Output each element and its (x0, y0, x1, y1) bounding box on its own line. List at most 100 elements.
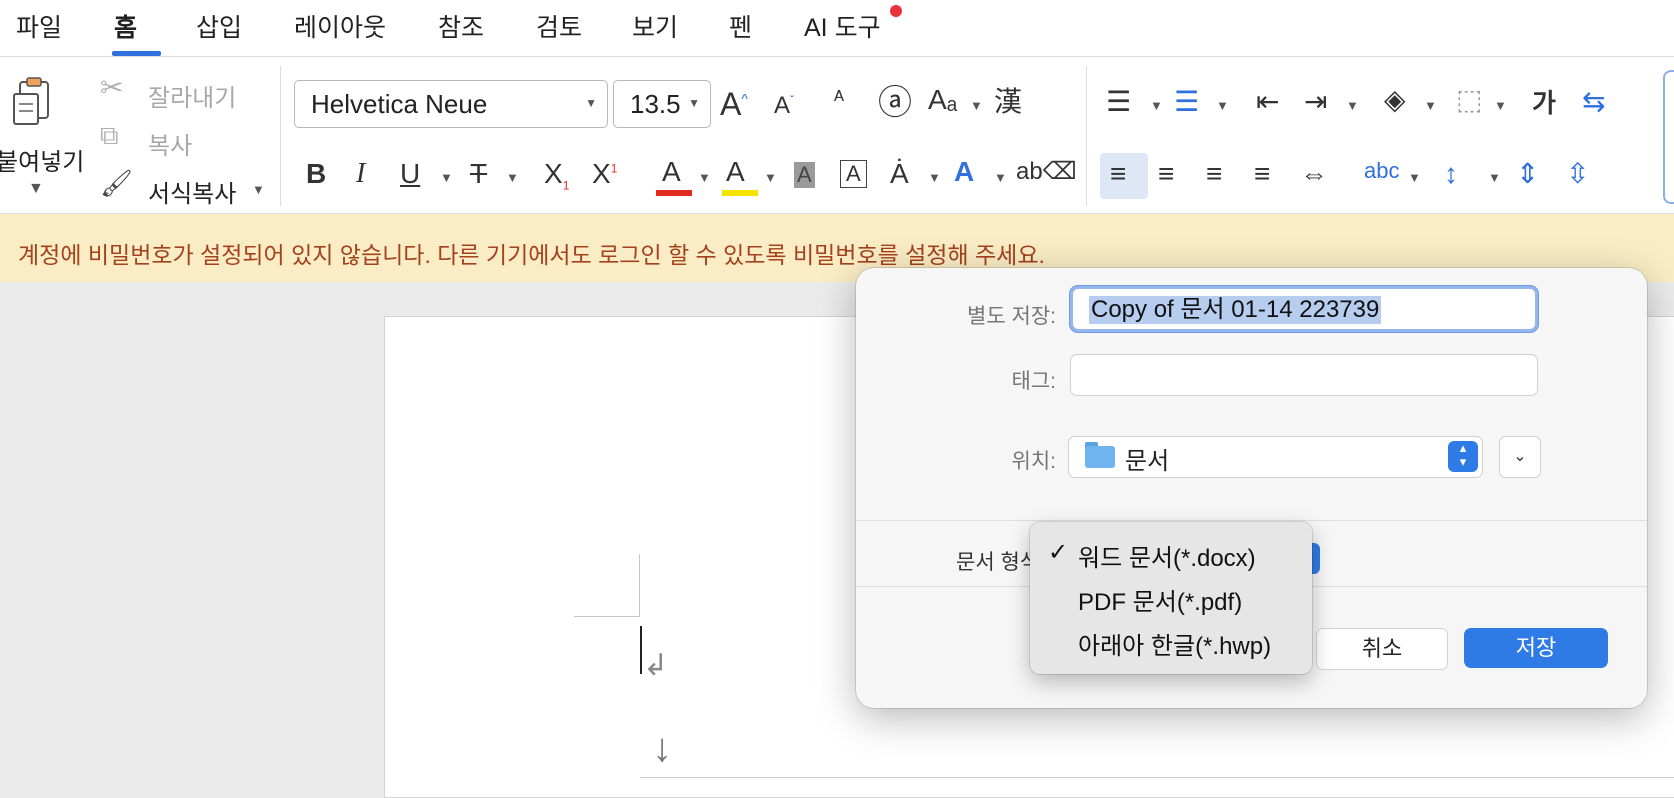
format-painter-icon[interactable]: 🖌 (100, 170, 133, 196)
font-color-swatch (656, 190, 692, 196)
numbered-list-icon[interactable]: ☰ (1174, 88, 1199, 116)
text-effects-dropdown-icon[interactable]: ▼ (994, 170, 1007, 185)
menu-file[interactable]: 파일 (16, 8, 62, 44)
tags-label: 태그: (1011, 370, 1056, 393)
hyphenation-icon[interactable]: abc (1364, 160, 1399, 182)
menu-review[interactable]: 검토 (536, 8, 582, 44)
format-option-hwp[interactable]: 아래아 한글(*.hwp) (1078, 626, 1271, 661)
file-format-label: 문서 형식 (956, 551, 1040, 574)
bold-icon[interactable]: B (306, 160, 326, 188)
location-label: 위치: (1011, 450, 1056, 473)
notification-dot (890, 5, 902, 17)
grow-font-icon[interactable]: A^ (720, 88, 748, 120)
paragraph-spacing-decrease-icon[interactable]: ⇳ (1566, 160, 1589, 188)
dialog-divider (856, 520, 1647, 521)
format-option-docx[interactable]: 워드 문서(*.docx) (1078, 538, 1256, 573)
updown-chevron-icon: ▴ ▾ (1448, 441, 1478, 472)
numbered-list-dropdown-icon[interactable]: ▼ (1216, 98, 1229, 113)
location-select[interactable]: 문서 ▴ ▾ (1068, 436, 1483, 478)
ribbon-divider (280, 66, 281, 206)
bullet-list-icon[interactable]: ☰ (1106, 88, 1131, 116)
font-color-dropdown-icon[interactable]: ▼ (698, 170, 711, 185)
save-as-label: 별도 저장: (967, 305, 1056, 328)
menu-ai-tools[interactable]: AI 도구 (804, 8, 881, 44)
highlight-dropdown-icon[interactable]: ▼ (764, 170, 777, 185)
indent-dropdown-icon[interactable]: ▼ (1346, 98, 1359, 113)
align-center-icon[interactable]: ≡ (1158, 160, 1174, 188)
borders-dropdown-icon[interactable]: ▼ (1494, 98, 1507, 113)
clear-formatting-icon[interactable]: ab⌫ (1016, 160, 1077, 184)
emphasis-mark-icon[interactable]: Ȧ (890, 160, 909, 188)
shading-icon[interactable]: ◈ (1384, 86, 1406, 114)
tags-input[interactable] (1070, 354, 1538, 396)
shading-dropdown-icon[interactable]: ▼ (1424, 98, 1437, 113)
paste-dropdown-icon[interactable]: ▼ (28, 180, 44, 198)
borders-icon[interactable]: ⬚ (1456, 86, 1482, 114)
highlight-swatch (722, 190, 758, 196)
format-painter-dropdown-icon[interactable]: ▼ (252, 182, 265, 197)
menu-pen[interactable]: 펜 (729, 8, 752, 44)
subscript-icon[interactable]: X1 (544, 160, 569, 192)
underline-dropdown-icon[interactable]: ▼ (440, 170, 453, 185)
font-size-select[interactable]: 13.5 ▼ (613, 80, 711, 128)
hyphenation-dropdown-icon[interactable]: ▼ (1408, 170, 1421, 185)
phonetic-guide-icon[interactable]: ᴬ (834, 88, 844, 110)
shrink-font-icon[interactable]: Aˇ (774, 94, 794, 118)
italic-icon[interactable]: I (356, 160, 365, 188)
menu-references[interactable]: 참조 (438, 8, 484, 44)
font-name-select[interactable]: Helvetica Neue ▼ (294, 80, 608, 128)
font-color-icon[interactable]: A (662, 158, 681, 186)
justify-icon[interactable]: ≡ (1254, 160, 1270, 188)
styles-gallery-button[interactable] (1663, 70, 1674, 204)
menu-home[interactable]: 홈 (114, 8, 137, 44)
menu-layout[interactable]: 레이아웃 (294, 8, 386, 44)
character-border-icon[interactable]: A (840, 160, 867, 188)
bullet-list-dropdown-icon[interactable]: ▼ (1150, 98, 1163, 113)
chevron-down-icon: ▼ (585, 96, 597, 110)
filename-value: Copy of 문서 01-14 223739 (1089, 296, 1382, 324)
filename-input[interactable]: Copy of 문서 01-14 223739 (1070, 286, 1538, 332)
underline-icon[interactable]: U (400, 160, 420, 188)
paste-label[interactable]: 붙여넣기 (0, 142, 84, 177)
paragraph-mark-icon: ↲ (643, 649, 669, 682)
character-spacing-icon[interactable]: 가 (1532, 90, 1556, 116)
format-painter-label[interactable]: 서식복사 (148, 174, 236, 209)
strikethrough-dropdown-icon[interactable]: ▼ (506, 170, 519, 185)
line-spacing-icon[interactable]: ↕ (1444, 160, 1458, 188)
emphasis-dropdown-icon[interactable]: ▼ (928, 170, 941, 185)
change-case-dropdown-icon[interactable]: ▼ (970, 98, 983, 113)
text-direction-icon[interactable]: ⇆ (1582, 88, 1605, 116)
text-effects-icon[interactable]: A (954, 158, 974, 186)
copy-label[interactable]: 복사 (148, 126, 192, 161)
superscript-icon[interactable]: X1 (592, 160, 617, 188)
cancel-button[interactable]: 취소 (1316, 628, 1448, 670)
line-spacing-dropdown-icon[interactable]: ▼ (1488, 170, 1501, 185)
change-case-icon[interactable]: Aₐ (928, 86, 957, 114)
checkmark-icon: ✓ (1048, 539, 1069, 566)
format-option-pdf[interactable]: PDF 문서(*.pdf) (1078, 582, 1242, 617)
decrease-indent-icon[interactable]: ⇤ (1256, 88, 1279, 116)
distributed-icon[interactable]: ⇔ (1300, 160, 1328, 188)
paste-icon[interactable] (12, 76, 56, 126)
chevron-down-icon: ⌄ (1513, 448, 1527, 465)
text-cursor (640, 626, 642, 674)
enclosed-character-icon[interactable]: ⓐ (878, 86, 912, 120)
paragraph-spacing-increase-icon[interactable]: ⇕ (1516, 160, 1539, 188)
menu-view[interactable]: 보기 (632, 8, 678, 44)
menu-insert[interactable]: 삽입 (196, 8, 242, 44)
highlight-icon[interactable]: A (726, 158, 745, 186)
cut-label[interactable]: 잘라내기 (148, 78, 236, 113)
character-shading-icon[interactable]: A (794, 162, 815, 188)
strikethrough-icon[interactable]: T (470, 160, 487, 188)
expand-dialog-button[interactable]: ⌄ (1499, 436, 1541, 478)
align-left-icon[interactable]: ≡ (1110, 160, 1126, 188)
scissors-icon[interactable]: ✂ (100, 74, 123, 102)
page-edge (640, 777, 1674, 778)
align-right-icon[interactable]: ≡ (1206, 160, 1222, 188)
active-tab-indicator (112, 51, 161, 56)
font-size-value: 13.5 (630, 89, 681, 119)
increase-indent-icon[interactable]: ⇥ (1304, 88, 1327, 116)
hanja-icon[interactable]: 漢 (994, 88, 1022, 116)
copy-icon[interactable]: ⧉ (100, 122, 119, 148)
save-button[interactable]: 저장 (1464, 628, 1608, 668)
